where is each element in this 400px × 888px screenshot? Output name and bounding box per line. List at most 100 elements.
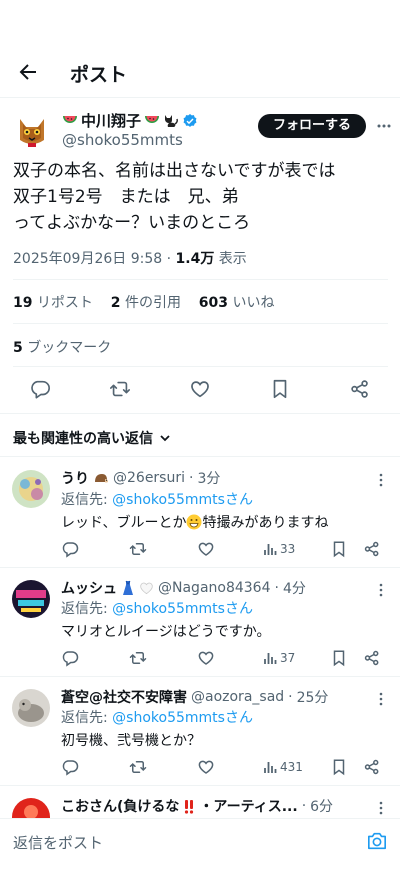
reply-author-name: ムッシュ [61, 581, 117, 597]
reply-divider [0, 785, 400, 786]
post-meta: 2025年09月26日 9:58 · 1.4万 表示 [13, 248, 247, 268]
reply-to-line: 返信先: @shoko55mmtsさん [61, 489, 253, 509]
views-bar-icon [263, 651, 277, 665]
reply-avatar[interactable] [12, 580, 50, 618]
stats-divider [13, 323, 388, 324]
retweet-icon[interactable] [109, 378, 131, 400]
reply-text: レッド、ブルーとか 特撮みがありますね [61, 512, 328, 532]
bookmark-icon[interactable] [269, 378, 291, 400]
reply-to-prefix: 返信先: [61, 601, 113, 617]
reply-sort-label: 最も関連性の高い返信 [13, 431, 153, 447]
reply-avatar[interactable] [12, 470, 50, 508]
retweet-icon[interactable] [129, 758, 147, 776]
reply-author-name: こおさん(負けるな [61, 799, 180, 815]
views-stat[interactable]: 33 [263, 542, 295, 556]
reply-time: 6分 [310, 799, 334, 815]
reply-more-icon[interactable] [375, 691, 387, 707]
retweet-icon[interactable] [129, 540, 147, 558]
reply-author[interactable]: ムッシュ @Nagano84364 · 4分 [61, 578, 306, 598]
double-exclamation-icon [183, 799, 195, 814]
reply-author[interactable]: うり @26ersuri · 3分 [61, 468, 220, 488]
black-cat-icon [163, 113, 179, 128]
white-heart-icon [139, 581, 154, 595]
quotes-stat[interactable]: 2 件の引用 [111, 295, 181, 311]
reply-to-link[interactable]: @shoko55mmtsさん [112, 492, 253, 508]
reply-more-icon[interactable] [375, 472, 387, 488]
bookmark-icon[interactable] [330, 649, 348, 667]
views-stat[interactable]: 37 [263, 651, 295, 665]
views-count: 431 [280, 760, 303, 774]
reply-to-link[interactable]: @shoko55mmtsさん [112, 601, 253, 617]
reply-icon[interactable] [61, 649, 79, 667]
reply-avatar[interactable] [12, 689, 50, 727]
reply-to-link[interactable]: @shoko55mmtsさん [112, 710, 253, 726]
watermelon-icon [144, 114, 160, 128]
camera-icon[interactable] [366, 831, 388, 851]
bookmarks-divider [13, 366, 388, 367]
header-divider [0, 97, 400, 98]
like-icon[interactable] [189, 378, 211, 400]
share-icon[interactable] [363, 540, 381, 558]
reply-to-prefix: 返信先: [61, 492, 113, 508]
reply-more-icon[interactable] [375, 800, 387, 816]
blue-dress-icon [121, 580, 135, 596]
reply-icon[interactable] [29, 378, 51, 400]
page-title: ポスト [70, 64, 128, 86]
views-stat[interactable]: 431 [263, 760, 303, 774]
reply-dot: · [301, 798, 307, 814]
reply-author[interactable]: こおさん(負けるな ・アーティス... · 6分 [61, 796, 333, 816]
post-text: 双子の本名、名前は出さないですが表では 双子1号2号 または 兄、弟 ってよぶか… [13, 161, 336, 233]
reply-sort-dropdown[interactable]: 最も関連性の高い返信 [13, 428, 171, 448]
reply-author-name: うり [61, 471, 89, 487]
reply-dot: · [274, 580, 279, 596]
reply-text-part: 特撮みがありますね [202, 515, 329, 531]
share-icon[interactable] [363, 758, 381, 776]
views-label: 表示 [218, 251, 247, 267]
watermelon-icon [62, 114, 78, 128]
reply-time: 4分 [282, 581, 306, 597]
reply-handle: @Nagano84364 [158, 580, 271, 596]
views-count: 1.4万 [175, 251, 215, 267]
retweets-stat[interactable]: 19 リポスト [13, 295, 93, 311]
author-handle[interactable]: @shoko55mmts [62, 131, 183, 149]
chevron-down-icon [159, 432, 171, 444]
back-arrow-icon[interactable] [16, 60, 40, 84]
reply-author[interactable]: 蒼空@社交不安障害 @aozora_sad · 25分 [61, 687, 328, 707]
grin-emoji-icon [186, 514, 202, 530]
reply-text: 初号機、弐号機とか？ [61, 733, 201, 749]
reply-author-name: 蒼空@社交不安障害 [61, 690, 187, 706]
views-bar-icon [263, 542, 277, 556]
share-icon[interactable] [349, 378, 371, 400]
reply-divider [0, 676, 400, 677]
like-icon[interactable] [197, 649, 215, 667]
reply-to-line: 返信先: @shoko55mmtsさん [61, 707, 253, 727]
likes-stat[interactable]: 603 いいね [199, 295, 275, 311]
meta-separator: · [166, 251, 176, 267]
reply-more-icon[interactable] [375, 582, 387, 598]
meta-divider [13, 279, 388, 280]
reply-icon[interactable] [61, 758, 79, 776]
views-count: 33 [280, 542, 296, 556]
views-count: 37 [280, 651, 296, 665]
like-icon[interactable] [197, 540, 215, 558]
reply-author-name-suffix: ・アーティス... [199, 799, 298, 815]
retweet-icon[interactable] [129, 649, 147, 667]
more-options-icon[interactable] [376, 118, 392, 134]
reply-text-part: レッド、ブルーとか [61, 515, 187, 531]
author-avatar[interactable] [12, 110, 52, 150]
reply-to-line: 返信先: @shoko55mmtsさん [61, 598, 253, 618]
verified-badge-icon [182, 113, 198, 129]
like-icon[interactable] [197, 758, 215, 776]
bookmark-icon[interactable] [330, 540, 348, 558]
author-display-name[interactable]: 中川翔子 [62, 110, 198, 131]
reply-icon[interactable] [61, 540, 79, 558]
bookmark-icon[interactable] [330, 758, 348, 776]
follow-button[interactable]: フォローする [258, 114, 366, 138]
bookmarks-stat[interactable]: 5 ブックマーク [13, 337, 111, 357]
engagement-stats: 19 リポスト 2 件の引用 603 いいね [13, 292, 274, 312]
reply-composer-input[interactable]: 返信をポスト [13, 832, 103, 853]
share-icon[interactable] [363, 649, 381, 667]
reply-avatar[interactable] [12, 798, 50, 818]
reply-time: 3分 [197, 471, 221, 487]
post-date[interactable]: 2025年09月26日 9:58 [13, 251, 162, 267]
